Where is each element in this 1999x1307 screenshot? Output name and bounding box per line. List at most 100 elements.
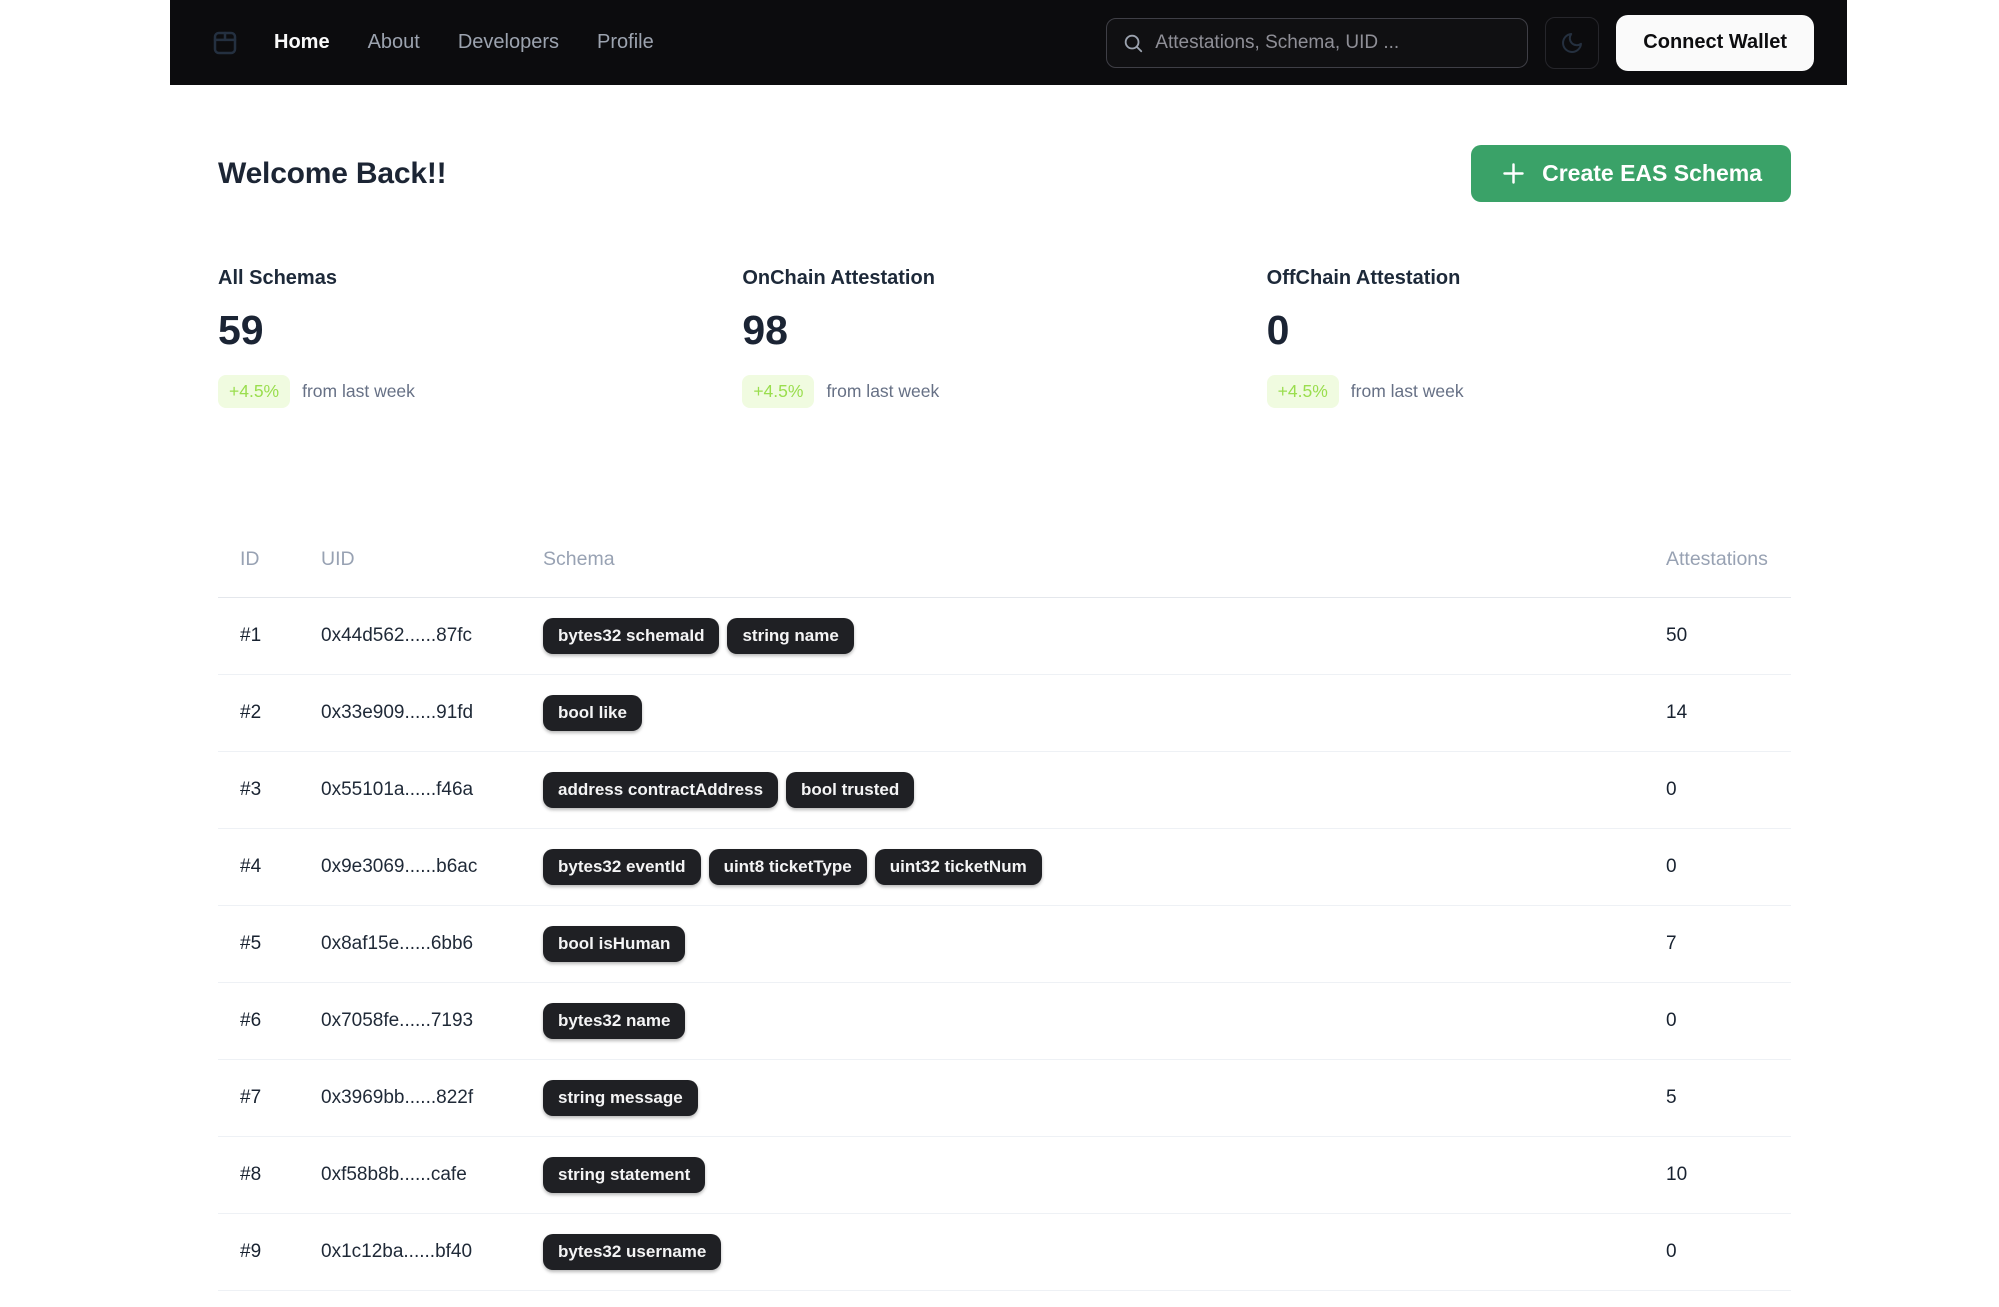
schema-field-badge: bool isHuman [543,926,686,962]
row-uid: 0xf58b8b......cafe [321,1164,467,1185]
row-uid: 0x3969bb......822f [321,1087,474,1108]
row-schema-badges: bool isHuman [543,926,1666,962]
nav-links: Home About Developers Profile [274,31,654,54]
row-id: #3 [240,779,262,800]
stat-value: 0 [1266,307,1290,353]
schema-field-badge: bytes32 name [543,1003,686,1039]
row-attestation-count: 0 [1666,1241,1677,1262]
column-header-schema: Schema [543,548,615,570]
main-content: Welcome Back!! Create EAS Schema All Sch… [218,85,1791,1307]
schema-field-badge: string statement [543,1157,706,1193]
row-id: #4 [240,856,262,877]
schema-field-badge: bytes32 schemaId [543,618,720,654]
row-uid: 0x1c12ba......bf40 [321,1241,473,1262]
row-uid: 0x7058fe......7193 [321,1010,474,1031]
stat-meta: +4.5% from last week [742,375,1266,408]
table-row[interactable]: #4 0x9e3069......b6ac bytes32 eventId ui… [218,829,1791,906]
stat-card-all-schemas: All Schemas 59 +4.5% from last week [218,267,742,408]
row-attestation-count: 10 [1666,1164,1688,1185]
table-row[interactable]: #1 0x44d562......87fc bytes32 schemaId s… [218,598,1791,675]
global-search [1106,17,1529,68]
row-attestation-count: 50 [1666,625,1688,646]
stat-value: 59 [218,307,264,353]
row-id: #8 [240,1164,262,1185]
row-uid: 0x9e3069......b6ac [321,856,478,877]
row-schema-badges: bytes32 schemaId string name [543,618,1666,654]
stat-meta: +4.5% from last week [218,375,742,408]
column-header-id: ID [240,548,260,570]
row-attestation-count: 0 [1666,1010,1677,1031]
table-row[interactable]: #5 0x8af15e......6bb6 bool isHuman 7 [218,906,1791,983]
top-navbar: Home About Developers Profile Attestatio… [170,0,1847,85]
row-schema-badges: bytes32 eventId uint8 ticketType uint32 … [543,849,1666,885]
stat-change-badge: +4.5% [218,375,291,408]
table-row[interactable]: #6 0x7058fe......7193 bytes32 name 0 [218,983,1791,1060]
row-id: #2 [240,702,262,723]
row-id: #5 [240,933,262,954]
stat-label: All Schemas [218,267,337,289]
row-schema-badges: bool like [543,695,1666,731]
table-row[interactable]: #2 0x33e909......91fd bool like 14 [218,675,1791,752]
nav-link-profile[interactable]: Profile [597,31,654,54]
row-attestation-count: 0 [1666,779,1677,800]
row-attestation-count: 0 [1666,856,1677,877]
row-uid: 0x33e909......91fd [321,702,474,723]
table-row[interactable]: #3 0x55101a......f46a address contractAd… [218,752,1791,829]
row-schema-badges: address contractAddress bool trusted [543,772,1666,808]
navbar-actions: Connect Wallet [1106,14,1814,71]
row-schema-badges: string message [543,1080,1666,1116]
page-title: Welcome Back!! [218,156,447,190]
row-id: #1 [240,625,262,646]
create-schema-label: Create EAS Schema [1542,160,1762,186]
table-row[interactable]: #10 0x27d06e......804a bool isFriend 6 [218,1291,1791,1307]
stat-meta: +4.5% from last week [1266,375,1791,408]
table-header: ID UID Schema Attestations [218,548,1791,598]
table-row[interactable]: #8 0xf58b8b......cafe string statement 1… [218,1137,1791,1214]
schemas-table: ID UID Schema Attestations #1 0x44d562..… [218,548,1791,1307]
search-icon [1122,32,1144,54]
row-uid: 0x44d562......87fc [321,625,473,646]
stat-value: 98 [742,307,788,353]
stat-card-onchain: OnChain Attestation 98 +4.5% from last w… [742,267,1266,408]
table-row[interactable]: #9 0x1c12ba......bf40 bytes32 username 0 [218,1214,1791,1291]
search-input[interactable] [1155,31,1513,54]
table-row[interactable]: #7 0x3969bb......822f string message 5 [218,1060,1791,1137]
nav-link-about[interactable]: About [368,31,420,54]
connect-wallet-button[interactable]: Connect Wallet [1616,14,1814,71]
nav-link-home[interactable]: Home [274,31,330,54]
row-uid: 0x55101a......f46a [321,779,474,800]
row-schema-badges: bytes32 username [543,1234,1666,1270]
row-id: #7 [240,1087,262,1108]
moon-icon [1560,31,1584,55]
row-attestation-count: 7 [1666,933,1677,954]
nav-link-developers[interactable]: Developers [458,31,559,54]
row-schema-badges: string statement [543,1157,1666,1193]
column-header-uid: UID [321,548,355,570]
row-id: #6 [240,1010,262,1031]
schema-field-badge: string name [727,618,854,654]
plus-icon [1500,160,1527,187]
column-header-attestations: Attestations [1666,548,1768,570]
stat-change-note: from last week [826,381,940,401]
row-attestation-count: 14 [1666,702,1688,723]
package-icon [210,27,240,59]
schema-field-badge: uint8 ticketType [708,849,867,885]
schema-field-badge: uint32 ticketNum [874,849,1042,885]
schema-field-badge: bytes32 username [543,1234,722,1270]
stat-change-badge: +4.5% [1266,375,1339,408]
stat-change-note: from last week [1350,381,1464,401]
row-schema-badges: bytes32 name [543,1003,1666,1039]
dashboard-page: Home About Developers Profile Attestatio… [0,0,1999,1307]
stat-label: OffChain Attestation [1266,267,1461,289]
schema-field-badge: address contractAddress [543,772,779,808]
theme-toggle-button[interactable] [1545,16,1600,69]
stat-card-offchain: OffChain Attestation 0 +4.5% from last w… [1266,267,1791,408]
page-header: Welcome Back!! Create EAS Schema [218,145,1791,202]
row-attestation-count: 5 [1666,1087,1677,1108]
stat-change-badge: +4.5% [742,375,815,408]
create-schema-button[interactable]: Create EAS Schema [1471,145,1791,202]
schema-field-badge: bool like [543,695,642,731]
stat-label: OnChain Attestation [742,267,935,289]
stat-change-note: from last week [302,381,415,401]
row-id: #9 [240,1241,262,1262]
